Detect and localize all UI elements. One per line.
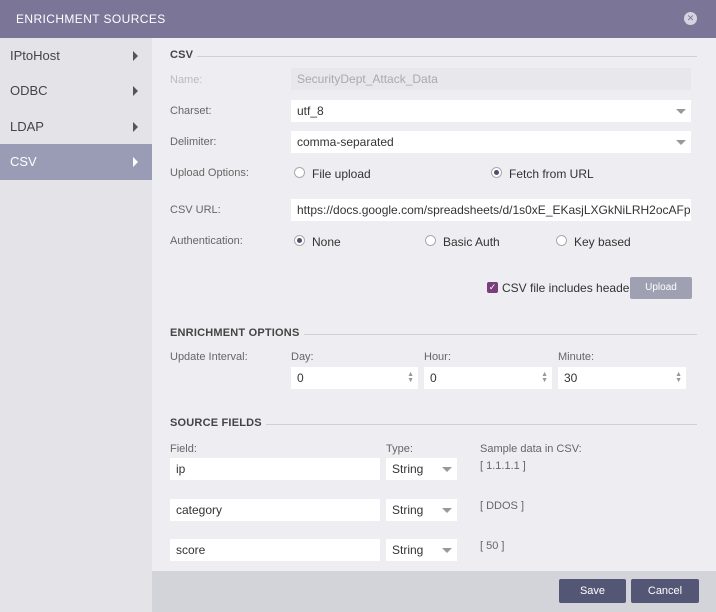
day-stepper[interactable]: 0 ▲ ▼ <box>291 367 418 389</box>
section-title-enrichment: ENRICHMENT OPTIONS <box>170 327 304 339</box>
type-header: Type: <box>386 443 413 455</box>
save-button[interactable]: Save <box>559 579 626 603</box>
sidebar-item-label: CSV <box>10 154 37 169</box>
name-label: Name: <box>170 74 203 86</box>
stepper-arrows-icon[interactable]: ▲ ▼ <box>407 371 414 384</box>
auth-basic-radio[interactable] <box>425 235 436 246</box>
charset-value: utf_8 <box>297 104 324 118</box>
charset-label: Charset: <box>170 105 212 117</box>
day-label: Day: <box>291 351 314 363</box>
sidebar-item-label: IPtoHost <box>10 48 60 63</box>
type-select[interactable]: String <box>386 539 457 561</box>
sample-value: [ 1.1.1.1 ] <box>480 460 526 472</box>
type-value: String <box>392 543 424 557</box>
chevron-right-icon <box>133 122 138 132</box>
auth-basic-label: Basic Auth <box>443 235 500 249</box>
auth-key-radio[interactable] <box>556 235 567 246</box>
upload-button[interactable]: Upload <box>630 277 692 299</box>
stepper-arrows-icon[interactable]: ▲ ▼ <box>541 371 548 384</box>
file-upload-radio[interactable] <box>294 167 305 178</box>
chevron-right-icon <box>133 86 138 96</box>
dialog-header: ENRICHMENT SOURCES ✕ <box>0 0 716 38</box>
delimiter-value: comma-separated <box>297 135 394 149</box>
field-header: Field: <box>170 443 197 455</box>
sample-value: [ 50 ] <box>480 540 505 552</box>
authentication-label: Authentication: <box>170 235 243 247</box>
type-value: String <box>392 462 424 476</box>
sidebar-item-ldap[interactable]: LDAP <box>0 109 152 145</box>
chevron-down-icon <box>676 140 686 145</box>
section-title-csv: CSV <box>170 49 198 61</box>
cancel-button[interactable]: Cancel <box>631 579 699 603</box>
charset-select[interactable]: utf_8 <box>291 100 691 122</box>
hour-value: 0 <box>430 371 437 385</box>
minute-stepper[interactable]: 30 ▲ ▼ <box>558 367 686 389</box>
sample-value: [ DDOS ] <box>480 500 525 512</box>
update-interval-label: Update Interval: <box>170 351 248 363</box>
field-input[interactable]: ip <box>170 458 380 480</box>
header-checkbox[interactable]: ✓ <box>487 282 498 293</box>
upload-options-label: Upload Options: <box>170 167 249 179</box>
delimiter-select[interactable]: comma-separated <box>291 131 691 153</box>
header-checkbox-label: CSV file includes header <box>502 281 634 295</box>
sample-header: Sample data in CSV: <box>480 443 582 455</box>
chevron-right-icon <box>133 51 138 61</box>
sidebar: IPtoHost ODBC LDAP CSV <box>0 38 152 612</box>
fetch-url-radio[interactable] <box>491 167 502 178</box>
name-field: SecurityDept_Attack_Data <box>291 68 691 90</box>
chevron-down-icon <box>442 548 452 553</box>
section-title-source-fields: SOURCE FIELDS <box>170 417 266 429</box>
delimiter-label: Delimiter: <box>170 136 217 148</box>
type-select[interactable]: String <box>386 458 457 480</box>
hour-label: Hour: <box>424 351 451 363</box>
minute-value: 30 <box>564 371 578 385</box>
minute-label: Minute: <box>558 351 595 363</box>
dialog-title: ENRICHMENT SOURCES <box>16 12 166 26</box>
sidebar-item-label: LDAP <box>10 119 44 134</box>
type-value: String <box>392 503 424 517</box>
stepper-arrows-icon[interactable]: ▲ ▼ <box>675 371 682 384</box>
auth-none-label: None <box>312 235 341 249</box>
auth-none-radio[interactable] <box>294 235 305 246</box>
file-upload-label: File upload <box>312 167 371 181</box>
chevron-down-icon <box>442 508 452 513</box>
csv-url-label: CSV URL: <box>170 204 221 216</box>
csv-url-input[interactable]: https://docs.google.com/spreadsheets/d/1… <box>291 199 691 221</box>
sidebar-item-csv[interactable]: CSV <box>0 144 152 180</box>
sidebar-item-iptohost[interactable]: IPtoHost <box>0 38 152 74</box>
auth-key-label: Key based <box>574 235 631 249</box>
fetch-url-label: Fetch from URL <box>509 167 594 181</box>
sidebar-item-odbc[interactable]: ODBC <box>0 73 152 109</box>
day-value: 0 <box>297 371 304 385</box>
chevron-down-icon <box>676 109 686 114</box>
sidebar-item-label: ODBC <box>10 83 48 98</box>
chevron-down-icon <box>442 467 452 472</box>
type-select[interactable]: String <box>386 499 457 521</box>
close-icon[interactable]: ✕ <box>684 12 697 25</box>
chevron-right-icon <box>133 157 138 167</box>
field-input[interactable]: category <box>170 499 380 521</box>
divider <box>170 56 697 57</box>
hour-stepper[interactable]: 0 ▲ ▼ <box>424 367 552 389</box>
field-input[interactable]: score <box>170 539 380 561</box>
